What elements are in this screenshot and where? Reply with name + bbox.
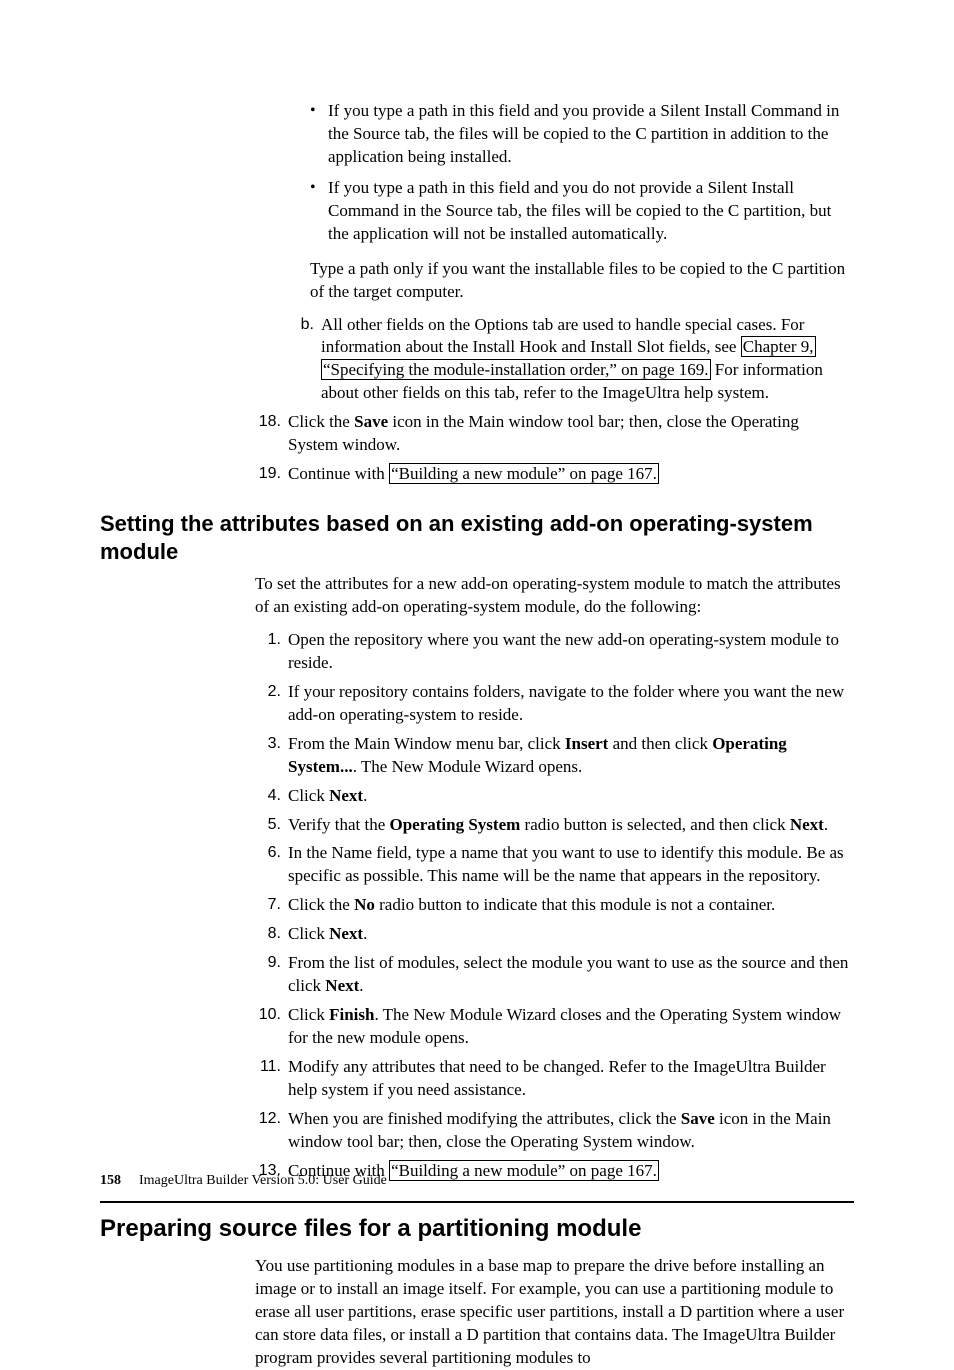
step-number: 12. [249, 1108, 281, 1130]
step-text: radio button to indicate that this modul… [375, 895, 775, 914]
footer-text: ImageUltra Builder Version 5.0: User Gui… [139, 1173, 387, 1188]
cross-ref-link[interactable]: “Building a new module” on page 167. [389, 1160, 659, 1181]
step-number: 9. [249, 952, 281, 974]
step-number: 11. [249, 1056, 281, 1078]
step-text: radio button is selected, and then click [520, 815, 790, 834]
ui-label: Next [325, 976, 359, 995]
step-4: 4.Click Next. [255, 785, 850, 808]
step-text: Click the [288, 412, 354, 431]
content-column: To set the attributes for a new add-on o… [255, 573, 850, 1183]
bullet-text: If you type a path in this field and you… [328, 178, 831, 243]
step-text: Verify that the [288, 815, 390, 834]
paragraph: To set the attributes for a new add-on o… [255, 573, 850, 619]
page-footer: 158 ImageUltra Builder Version 5.0: User … [100, 1172, 387, 1191]
step-text: Click [288, 924, 329, 943]
step-number: 2. [249, 681, 281, 703]
bullet-text: If you type a path in this field and you… [328, 101, 839, 166]
section-rule [100, 1201, 854, 1203]
ui-label: Insert [565, 734, 608, 753]
step-text: Open the repository where you want the n… [288, 630, 839, 672]
paragraph: You use partitioning modules in a base m… [255, 1255, 850, 1370]
ui-label: Next [329, 786, 363, 805]
step-number: 10. [249, 1004, 281, 1026]
step-text: . [363, 786, 367, 805]
content-column: If you type a path in this field and you… [255, 100, 850, 486]
step-text: From the Main Window menu bar, click [288, 734, 565, 753]
step-text: Continue with [288, 464, 389, 483]
page: If you type a path in this field and you… [0, 0, 954, 1235]
bullet-item: If you type a path in this field and you… [310, 177, 850, 246]
section-heading: Setting the attributes based on an exist… [100, 510, 854, 565]
step-text: Modify any attributes that need to be ch… [288, 1057, 826, 1099]
step-12: 12.When you are finished modifying the a… [255, 1108, 850, 1154]
step-1: 1.Open the repository where you want the… [255, 629, 850, 675]
step-text: When you are finished modifying the attr… [288, 1109, 681, 1128]
cross-ref-link[interactable]: “Specifying the module-installation orde… [321, 359, 711, 380]
nested-bullet-block: If you type a path in this field and you… [310, 100, 850, 304]
ui-label: Next [329, 924, 363, 943]
step-number: 8. [249, 923, 281, 945]
step-number: 19. [249, 463, 281, 485]
page-number: 158 [100, 1173, 121, 1188]
ui-label: No [354, 895, 375, 914]
ui-label: Save [681, 1109, 715, 1128]
paragraph: Type a path only if you want the install… [310, 258, 850, 304]
step-18: 18. Click the Save icon in the Main wind… [255, 411, 850, 457]
step-9: 9.From the list of modules, select the m… [255, 952, 850, 998]
step-list: 1.Open the repository where you want the… [255, 629, 850, 1183]
content-column: You use partitioning modules in a base m… [255, 1255, 850, 1370]
step-text: . The New Module Wizard opens. [353, 757, 583, 776]
cross-ref-link[interactable]: Chapter 9, [741, 336, 816, 357]
step-7: 7.Click the No radio button to indicate … [255, 894, 850, 917]
ui-label: Operating System [390, 815, 521, 834]
step-text: . [824, 815, 828, 834]
step-2: 2.If your repository contains folders, n… [255, 681, 850, 727]
sub-step-b: b. All other fields on the Options tab a… [288, 314, 850, 406]
step-text: . [359, 976, 363, 995]
step-8: 8.Click Next. [255, 923, 850, 946]
step-text: If your repository contains folders, nav… [288, 682, 844, 724]
step-number: 7. [249, 894, 281, 916]
ui-label: Save [354, 412, 388, 431]
bullet-list: If you type a path in this field and you… [310, 100, 850, 246]
section-heading: Preparing source files for a partitionin… [100, 1213, 854, 1245]
step-text: Click the [288, 895, 354, 914]
ui-label: Finish [329, 1005, 374, 1024]
step-number: 3. [249, 733, 281, 755]
step-10: 10.Click Finish. The New Module Wizard c… [255, 1004, 850, 1050]
step-number: 6. [249, 842, 281, 864]
step-number: 18. [249, 411, 281, 433]
sub-step-list: b. All other fields on the Options tab a… [288, 314, 850, 406]
step-11: 11.Modify any attributes that need to be… [255, 1056, 850, 1102]
step-number: 1. [249, 629, 281, 651]
step-text: . [363, 924, 367, 943]
step-text: From the list of modules, select the mod… [288, 953, 848, 995]
step-number: 4. [249, 785, 281, 807]
step-text: All other fields on the Options tab are … [321, 315, 804, 357]
step-3: 3.From the Main Window menu bar, click I… [255, 733, 850, 779]
step-text: Click [288, 786, 329, 805]
step-text: Click [288, 1005, 329, 1024]
step-text: and then click [608, 734, 712, 753]
step-list: 18. Click the Save icon in the Main wind… [255, 411, 850, 486]
step-6: 6.In the Name field, type a name that yo… [255, 842, 850, 888]
ui-label: Next [790, 815, 824, 834]
cross-ref-link[interactable]: “Building a new module” on page 167. [389, 463, 659, 484]
step-19: 19. Continue with “Building a new module… [255, 463, 850, 486]
bullet-item: If you type a path in this field and you… [310, 100, 850, 169]
step-number: b. [282, 314, 314, 336]
step-number: 5. [249, 814, 281, 836]
step-text: In the Name field, type a name that you … [288, 843, 844, 885]
step-5: 5.Verify that the Operating System radio… [255, 814, 850, 837]
